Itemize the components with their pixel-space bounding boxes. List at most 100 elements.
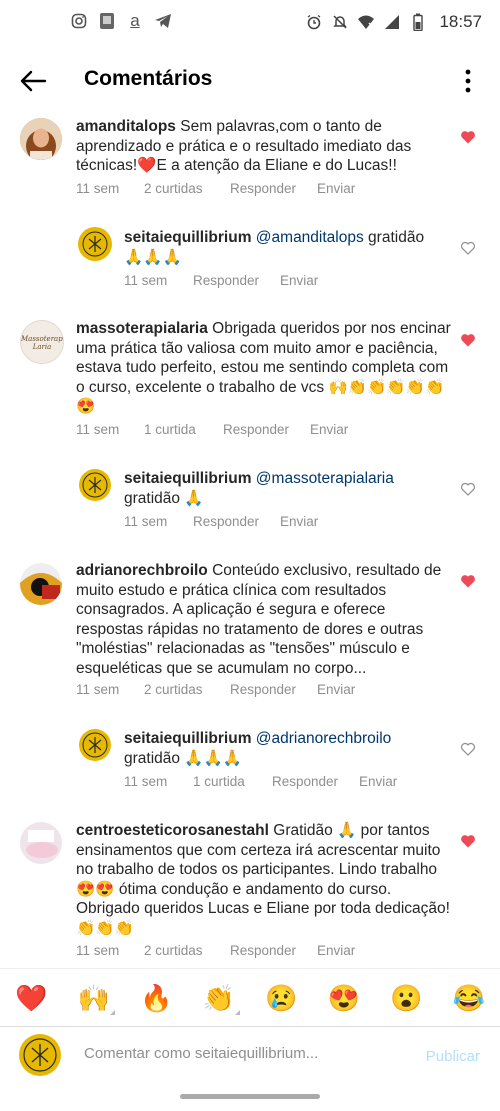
emoji-laughing-button[interactable]: 😂	[438, 969, 500, 1027]
like-heart-filled-icon[interactable]	[460, 573, 476, 589]
like-heart-filled-icon[interactable]	[460, 332, 476, 348]
reply-send-button[interactable]: Enviar	[280, 273, 318, 288]
reply-button[interactable]: Responder	[230, 943, 317, 958]
comment-body: Gratidão 🙏 por tantos ensinamentos que c…	[76, 822, 450, 937]
like-heart-filled-icon[interactable]	[460, 833, 476, 849]
reply-mention[interactable]: @adrianorechbroilo	[256, 730, 392, 747]
emoji-quick-bar: ❤️ 🙌 🔥 👏 😢 😍 😮 😂	[0, 968, 500, 1027]
battery-icon	[409, 13, 427, 31]
reply-avatar[interactable]	[78, 227, 112, 261]
reply-time: 11 sem	[124, 273, 168, 288]
send-button[interactable]: Enviar	[310, 422, 348, 437]
reply-send-button[interactable]: Enviar	[280, 514, 318, 529]
emoji-heart-button[interactable]: ❤️	[0, 969, 63, 1027]
instagram-icon	[70, 12, 88, 30]
wifi-icon	[357, 13, 375, 31]
like-heart-outline-icon[interactable]	[460, 481, 476, 497]
user-avatar[interactable]: Massoterapia Laria	[20, 320, 64, 364]
user-avatar[interactable]	[20, 822, 62, 864]
avatar-logo-text: Massoterapia Laria	[21, 335, 63, 351]
comment-username[interactable]: centroesteticorosanestahl	[76, 822, 269, 839]
publish-button[interactable]: Publicar	[426, 1048, 480, 1065]
reply-text: seitaiequillibrium @amanditalops gratidã…	[124, 228, 444, 267]
alarm-icon	[305, 13, 323, 31]
reply-meta: 11 sem 1 curtida Responder Enviar	[124, 774, 397, 789]
skin-tone-indicator-icon	[110, 1010, 115, 1015]
comment-time: 11 sem	[76, 181, 120, 196]
comment-meta: 11 sem 2 curtidas Responder Enviar	[76, 181, 355, 196]
own-avatar	[18, 1033, 62, 1077]
likes-count[interactable]: 2 curtidas	[144, 181, 230, 196]
reply-mention[interactable]: @amanditalops	[256, 229, 364, 246]
emoji-raised-hands-button[interactable]: 🙌	[63, 969, 126, 1027]
reply-meta: 11 sem Responder Enviar	[124, 514, 318, 529]
send-button[interactable]: Enviar	[317, 181, 355, 196]
comment-text: massoterapialaria Obrigada queridos por …	[76, 319, 451, 417]
send-button[interactable]: Enviar	[317, 943, 355, 958]
mute-icon	[331, 13, 349, 31]
app-icon	[98, 12, 116, 30]
reply-button[interactable]: Responder	[230, 682, 317, 697]
reply-time: 11 sem	[124, 774, 168, 789]
comment-time: 11 sem	[76, 422, 120, 437]
like-heart-filled-icon[interactable]	[460, 129, 476, 145]
comment-text: amanditalops Sem palavras,com o tanto de…	[76, 117, 446, 176]
comment-time: 11 sem	[76, 943, 120, 958]
emoji-clap-glyph: 👏	[202, 983, 235, 1013]
reply-text: seitaiequillibrium @massoterapialaria gr…	[124, 469, 444, 508]
likes-count[interactable]: 1 curtida	[144, 422, 223, 437]
emoji-clap-button[interactable]: 👏	[188, 969, 251, 1027]
user-avatar[interactable]	[20, 118, 62, 160]
home-indicator[interactable]	[180, 1094, 320, 1099]
comment-body: Conteúdo exclusivo, resultado de muito e…	[76, 562, 442, 677]
signal-icon	[383, 13, 401, 31]
header: Comentários	[0, 52, 500, 110]
reply-meta: 11 sem Responder Enviar	[124, 273, 318, 288]
reply-username[interactable]: seitaiequillibrium	[124, 470, 251, 487]
telegram-icon	[154, 12, 172, 30]
reply-button[interactable]: Responder	[230, 181, 317, 196]
emoji-fire-button[interactable]: 🔥	[125, 969, 188, 1027]
comment-composer: Comentar como seitaiequillibrium... Publ…	[0, 1026, 500, 1087]
reply-button[interactable]: Responder	[223, 422, 310, 437]
reply-time: 11 sem	[124, 514, 168, 529]
reply-mention[interactable]: @massoterapialaria	[256, 470, 394, 487]
user-avatar[interactable]	[20, 563, 62, 605]
page-title: Comentários	[84, 67, 213, 90]
comment-text: adrianorechbroilo Conteúdo exclusivo, re…	[76, 561, 451, 678]
status-time: 18:57	[439, 12, 482, 31]
reply-reply-button[interactable]: Responder	[193, 514, 280, 529]
likes-count[interactable]: 2 curtidas	[144, 943, 230, 958]
more-options-icon[interactable]	[464, 68, 472, 94]
comment-meta: 11 sem 2 curtidas Responder Enviar	[76, 943, 355, 958]
comment-username[interactable]: amanditalops	[76, 118, 176, 135]
reply-avatar[interactable]	[78, 728, 112, 762]
like-heart-outline-icon[interactable]	[460, 741, 476, 757]
reply-body: gratidão 🙏🙏🙏	[124, 749, 243, 767]
back-arrow-icon[interactable]	[18, 66, 48, 96]
comment-meta: 11 sem 1 curtida Responder Enviar	[76, 422, 348, 437]
status-bar: a 18:57	[0, 0, 500, 50]
like-heart-outline-icon[interactable]	[460, 240, 476, 256]
comment-username[interactable]: adrianorechbroilo	[76, 562, 208, 579]
amazon-icon: a	[130, 11, 140, 30]
reply-username[interactable]: seitaiequillibrium	[124, 229, 251, 246]
reply-reply-button[interactable]: Responder	[193, 273, 280, 288]
send-button[interactable]: Enviar	[317, 682, 355, 697]
reply-likes-count[interactable]: 1 curtida	[193, 774, 272, 789]
comment-text: centroesteticorosanestahl Gratidão 🙏 por…	[76, 821, 451, 938]
emoji-heart-eyes-button[interactable]: 😍	[313, 969, 376, 1027]
reply-send-button[interactable]: Enviar	[359, 774, 397, 789]
reply-avatar[interactable]	[78, 468, 112, 502]
emoji-raised-hands-glyph: 🙌	[77, 983, 110, 1013]
reply-body: gratidão 🙏	[124, 489, 204, 507]
reply-reply-button[interactable]: Responder	[272, 774, 359, 789]
emoji-crying-button[interactable]: 😢	[250, 969, 313, 1027]
emoji-surprised-button[interactable]: 😮	[375, 969, 438, 1027]
comment-username[interactable]: massoterapialaria	[76, 320, 208, 337]
comment-meta: 11 sem 2 curtidas Responder Enviar	[76, 682, 355, 697]
likes-count[interactable]: 2 curtidas	[144, 682, 230, 697]
reply-username[interactable]: seitaiequillibrium	[124, 730, 251, 747]
comment-input[interactable]: Comentar como seitaiequillibrium...	[84, 1045, 384, 1062]
skin-tone-indicator-icon	[235, 1010, 240, 1015]
